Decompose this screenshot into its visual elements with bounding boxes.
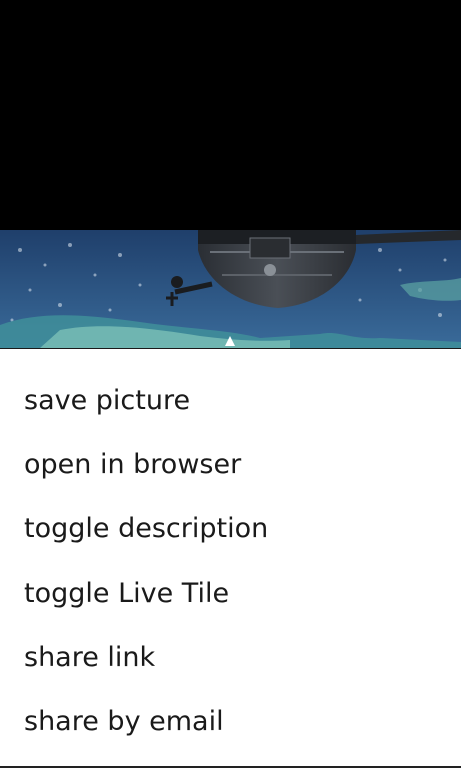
astronomy-photo[interactable] <box>0 230 461 348</box>
menu-item-toggle-description[interactable]: toggle description <box>24 507 268 551</box>
menu-item-save-picture[interactable]: save picture <box>24 379 190 423</box>
menu-item-open-in-browser[interactable]: open in browser <box>24 443 241 487</box>
menu-item-toggle-live-tile[interactable]: toggle Live Tile <box>24 572 229 616</box>
context-menu: save picture open in browser toggle desc… <box>0 348 461 768</box>
image-letterbox-top <box>0 0 461 230</box>
space-station-earth-image <box>0 230 461 348</box>
menu-item-share-link[interactable]: share link <box>24 636 155 680</box>
app-screen: save picture open in browser toggle desc… <box>0 0 461 768</box>
menu-item-share-by-email[interactable]: share by email <box>24 700 224 744</box>
